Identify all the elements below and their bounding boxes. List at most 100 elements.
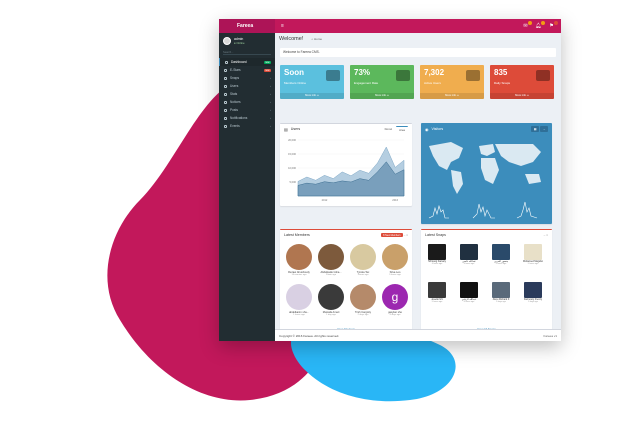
member-item[interactable]: Abdelkader Alna... 20min ago [316,244,346,276]
member-item[interactable]: Tyreka Tax 1hours ago [348,244,378,276]
member-avatar [318,284,344,310]
more-info-link[interactable]: More info ➔ [280,93,344,99]
member-item[interactable]: Stiva Leo 5 hours ago [380,244,410,276]
sidebar-item-e-stars[interactable]: E-Stars new [219,66,275,74]
member-item[interactable]: Trish Cargotty 2 days ago [348,284,378,316]
bell-icon[interactable]: 🔔︎ [535,20,545,30]
sidebar-search-input[interactable]: Search... [223,51,271,55]
sparklines [428,201,538,219]
sidebar-item-notifications[interactable]: Notifications ‹ [219,114,275,122]
snap-item[interactable]: Jevelio 9/1 5 hours ago [427,282,447,306]
menu-badge: new [263,68,271,72]
copyright-text: Copyright © 2016 Fareea. All rights rese… [279,333,340,338]
more-info-link[interactable]: More info ➔ [420,93,484,99]
calendar-icon[interactable]: ▦ [530,126,540,132]
y-tick-label: 10,000 [288,166,296,170]
sidebar-item-users[interactable]: Users ‹ [219,82,275,90]
users-box-header: ▤ Users Donut Area [280,124,412,134]
user-status: ● Online [234,41,245,45]
more-info-link[interactable]: More info ➔ [490,93,554,99]
snap-date: 2 days ago [528,301,538,303]
page-title: Welcome! [279,36,304,42]
users-box-title: Users [290,127,301,131]
users-area-chart: 20,000 15,000 10,000 5,000 2012 2016 [288,138,405,202]
minus-icon[interactable]: – [404,233,406,237]
menu-icon [224,84,227,88]
member-avatar [350,244,376,270]
y-tick-label: 20,000 [288,138,296,142]
sidebar-item-label: Notices [230,100,241,104]
flag-icon[interactable]: ⚑ [548,20,558,30]
main-content: Welcome! ⌂ Home Welcome to Fareea CMS. S… [275,33,561,341]
sidebar-item-label: Snaps [230,76,240,80]
brand-logo[interactable]: Fareea [219,19,275,33]
member-avatar [318,244,344,270]
tab-area[interactable]: Area [396,125,408,133]
stat-card: 7,302 Active Users More info ➔ [420,65,484,99]
sidebar-item-label: E-Stars [230,68,241,72]
snap-thumbnail [428,282,446,298]
stat-label: Engagement Rate [354,81,379,85]
stat-number: Soon [284,68,304,77]
snap-thumbnail [524,282,542,298]
snap-item[interactable]: عبدالله الزبادي 6 hours ago [459,282,479,306]
stat-card: 73% Engagement Rate More info ➔ [350,65,414,99]
sidebar-item-label: Posts [230,108,238,112]
snap-item[interactable]: منصور الحربي 5 hours ago [491,244,511,268]
member-date: 5 hours ago [389,274,401,276]
member-item[interactable]: g gasylan she 4 days ago [380,284,410,316]
snap-thumbnail [492,244,510,260]
more-info-link[interactable]: More info ➔ [350,93,414,99]
members-box-title: Latest Members [284,233,310,237]
envelope-icon[interactable]: ✉ [522,20,532,30]
member-date: 20min ago [325,274,337,276]
stat-card: Soon Members Online More info ➔ [280,65,344,99]
latest-snaps-box: Latest Snaps – × Shrooog Farsary 4 hours … [421,229,552,334]
sidebar-item-dashboard[interactable]: Dashboard new [219,58,275,66]
member-date: 4 days ago [389,314,401,316]
stat-number: 7,302 [424,68,445,77]
world-map [429,142,541,194]
sidebar-item-stats[interactable]: Stats ‹ [219,90,275,98]
welcome-callout: Welcome to Fareea CMS. [280,48,556,57]
sidebar-item-snaps[interactable]: Snaps ‹ [219,74,275,82]
stat-number: 73% [354,68,371,77]
x-tick-label: 2012 [322,198,328,202]
sidebar-item-notices[interactable]: Notices ‹ [219,98,275,106]
member-item[interactable]: Rezaei Alrushoudy 14 minutes ago [284,244,314,276]
snap-item[interactable]: Mohamed Mogaho 5 hours ago [523,244,543,268]
sidebar-item-label: Users [230,84,239,88]
close-icon[interactable]: × [406,233,408,237]
snap-date: 5 hours ago [495,263,507,265]
member-item[interactable]: Mustafa Amari 1 day ago [316,284,346,316]
snap-thumbnail [524,244,542,260]
member-avatar [382,244,408,270]
hamburger-icon[interactable]: ≡ [281,23,284,29]
menu-badge: new [263,60,271,64]
sidebar-item-posts[interactable]: Posts ‹ [219,106,275,114]
y-tick-label: 5,000 [290,180,297,184]
snap-item[interactable]: عبدالله عاصي 4 hours ago [459,244,479,268]
member-avatar [350,284,376,310]
map-marker-icon: ◉ [425,126,429,132]
member-date: 2 days ago [357,314,369,316]
member-item[interactable]: abdelkarim sha... 1 hours ago [284,284,314,316]
latest-members-box: Latest Members 8 New Members – × Rezaei … [280,229,412,334]
minus-icon[interactable]: – [544,233,546,237]
users-icon: ▤ [284,126,288,132]
member-date: 14 minutes ago [291,274,307,276]
stat-card: 835 Daily Snaps More info ➔ [490,65,554,99]
close-icon[interactable]: × [546,233,548,237]
top-navbar: Fareea ≡ ✉ 🔔︎ ⚑ [219,19,561,33]
sidebar-item-events[interactable]: Events ‹ [219,122,275,130]
snap-thumbnail [460,282,478,298]
snap-date: 4 hours ago [431,263,443,265]
breadcrumb[interactable]: ⌂ Home [311,37,322,41]
snap-item[interactable]: Farmouty Frenzy 2 days ago [523,282,543,306]
stat-label: Daily Snaps [494,81,511,85]
snap-item[interactable]: Shrooog Farsary 4 hours ago [427,244,447,268]
snap-item[interactable]: Abou Richard II 2 days ago [491,282,511,306]
tab-donut[interactable]: Donut [382,126,395,133]
minus-icon[interactable]: – [540,126,548,132]
page-footer: Copyright © 2016 Fareea. All rights rese… [275,329,561,341]
